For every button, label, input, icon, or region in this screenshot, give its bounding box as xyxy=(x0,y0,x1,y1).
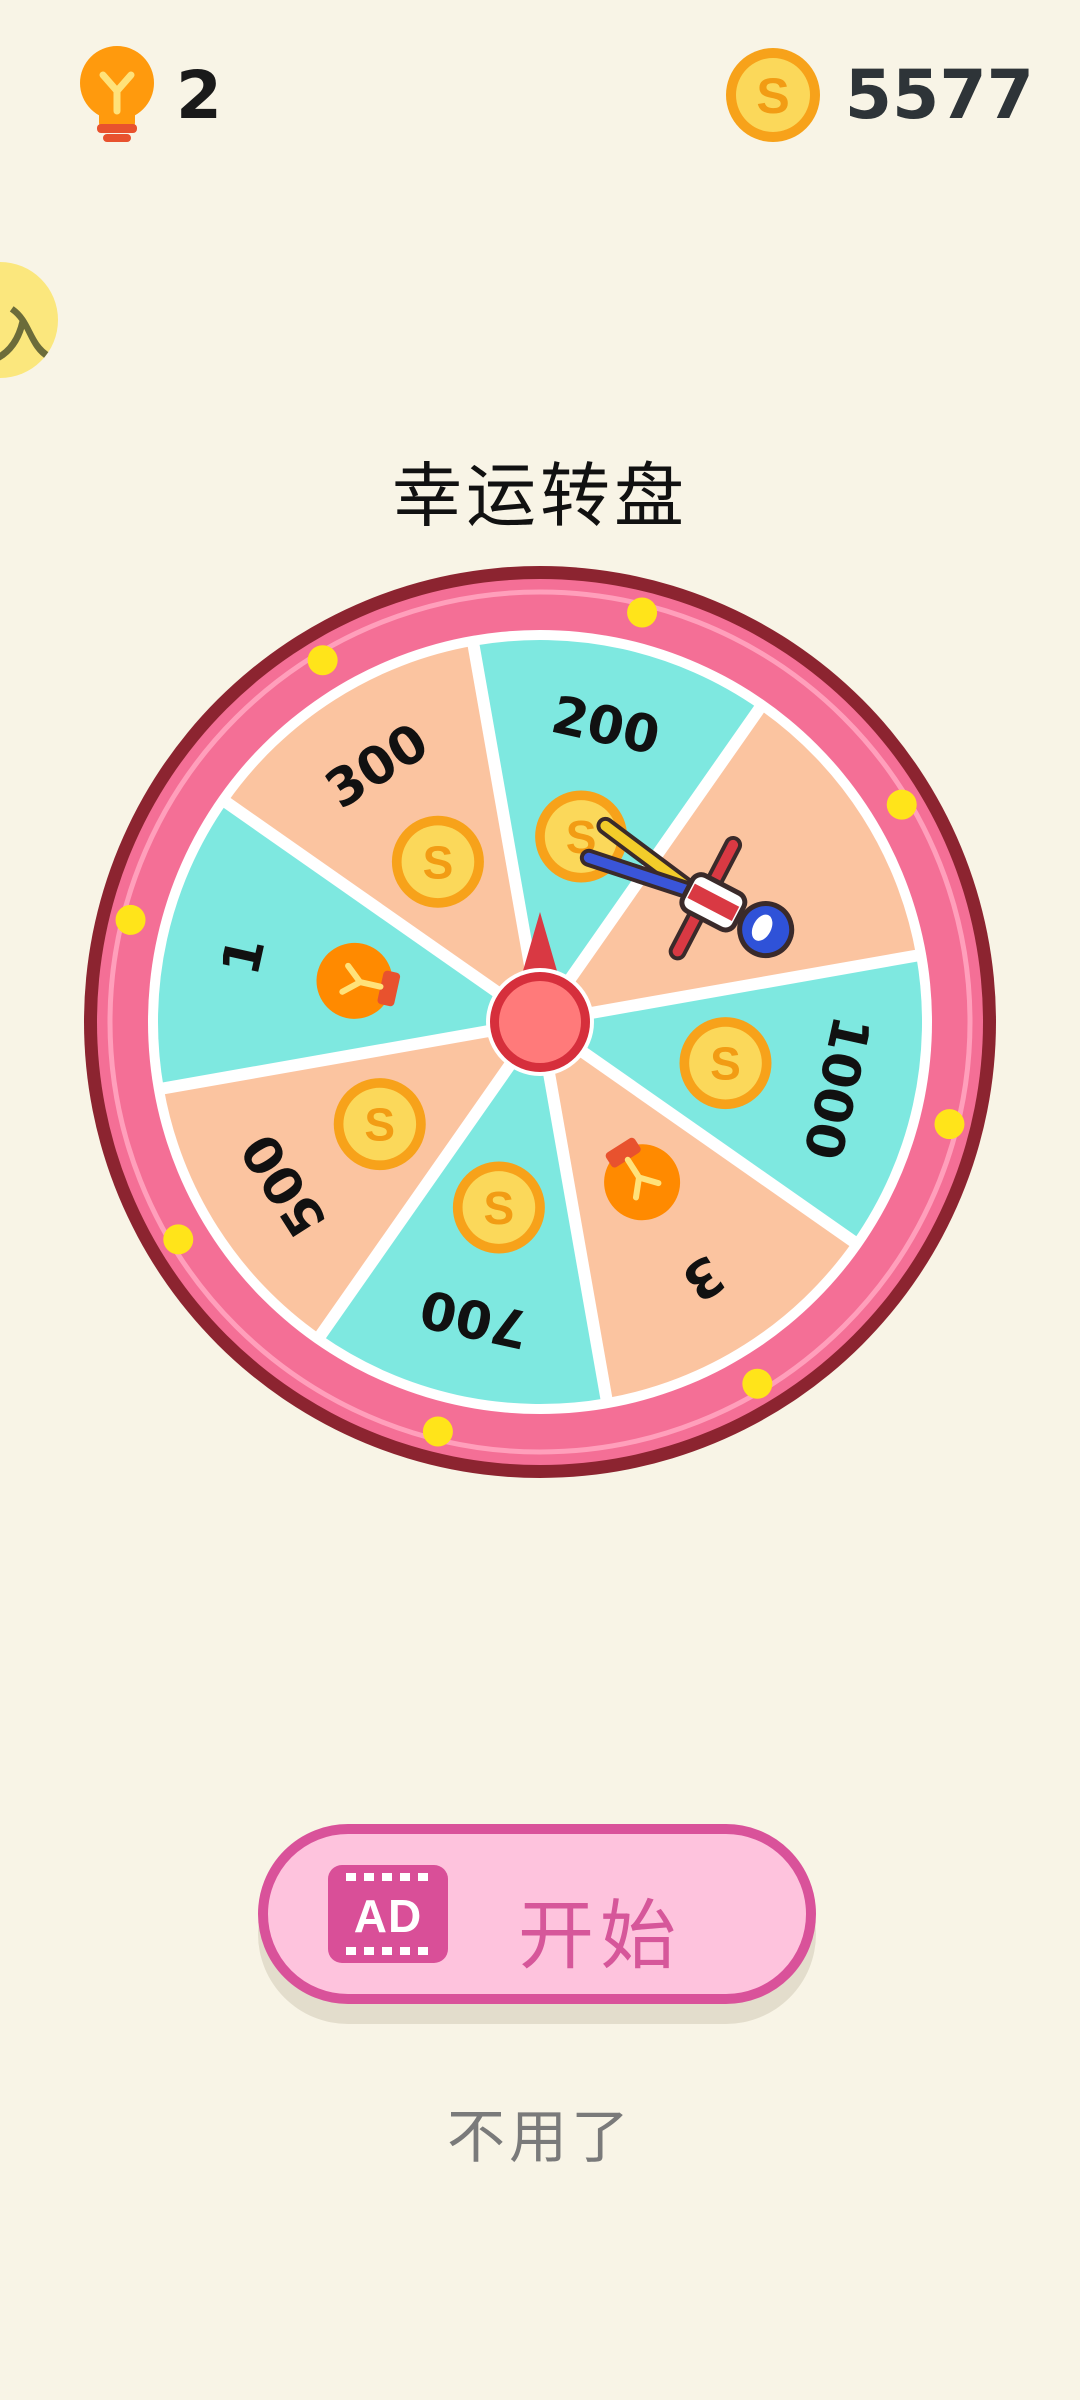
wheel-light xyxy=(886,789,917,820)
start-label: 开始 xyxy=(518,1894,682,1979)
wheel-light xyxy=(163,1224,194,1255)
skip-button[interactable]: 不用了 xyxy=(0,2090,1080,2174)
svg-text:S: S xyxy=(423,836,454,888)
svg-text:S: S xyxy=(710,1038,741,1090)
coin-icon: S xyxy=(725,48,820,142)
wheel-light xyxy=(934,1109,965,1140)
hint-count: 2 xyxy=(176,56,222,134)
coin-icon: S xyxy=(679,1017,772,1110)
coin-icon: S xyxy=(391,815,484,908)
svg-text:S: S xyxy=(484,1182,515,1234)
wheel-light xyxy=(742,1368,773,1399)
lightbulb-icon xyxy=(80,46,154,142)
lucky-wheel: 200S1000S3700S500 S1300S xyxy=(84,566,996,1478)
coin-count: 5577 xyxy=(844,55,1034,135)
side-badge-label: 入 xyxy=(0,303,53,368)
svg-text:S: S xyxy=(756,68,789,124)
wheel-light xyxy=(627,597,658,628)
wheel-light xyxy=(422,1416,453,1447)
wheel-light xyxy=(115,904,146,935)
svg-text:S: S xyxy=(364,1099,395,1151)
side-badge-button[interactable]: 入 xyxy=(0,262,58,378)
coin-icon: S xyxy=(333,1078,426,1171)
start-spin-button[interactable]: AD 开始 xyxy=(258,1824,816,2004)
coin-icon: S xyxy=(452,1161,545,1254)
coin-counter: S 5577 xyxy=(725,40,1034,150)
page-title: 幸运转盘 xyxy=(392,457,688,535)
ad-badge: AD xyxy=(328,1865,448,1963)
hint-counter: 2 xyxy=(76,40,222,150)
wheel-light xyxy=(307,645,338,676)
ad-label: AD xyxy=(353,1890,423,1942)
lucky-wheel-screen: 2 S 5577 入 幸运转盘 200 S 1000 S 3 700 S 500 S 1 300 S xyxy=(0,0,1080,2400)
